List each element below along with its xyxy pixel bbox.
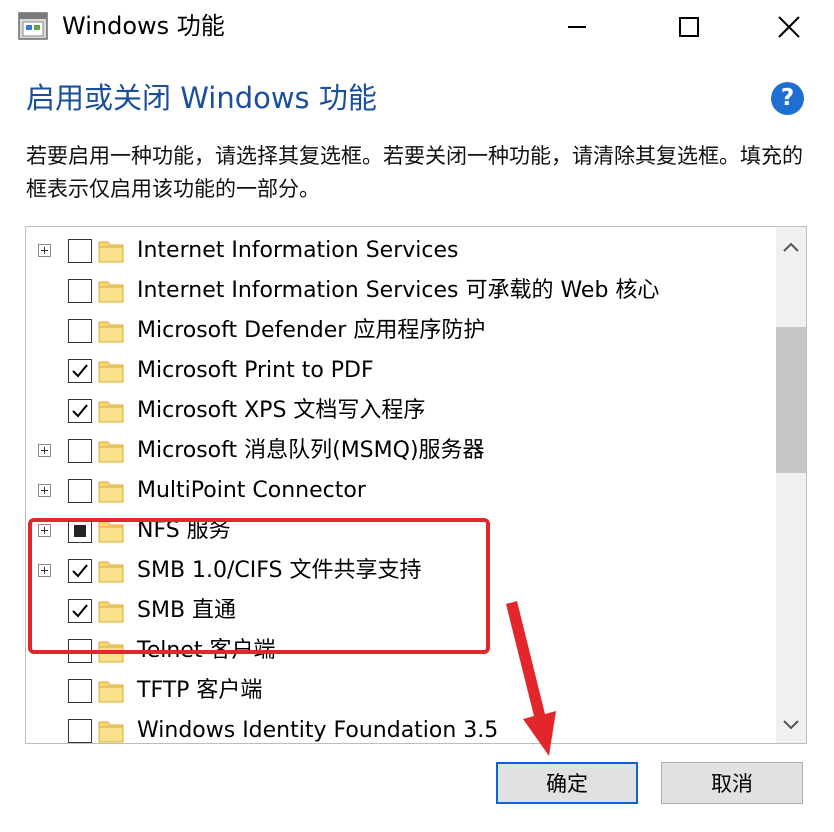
feature-row[interactable]: Microsoft Defender 应用程序防护 [26,311,776,351]
folder-icon [98,518,124,544]
folder-icon [98,638,124,664]
feature-checkbox[interactable] [68,599,92,623]
expand-plus-icon[interactable] [38,244,51,257]
feature-row[interactable]: Microsoft 消息队列(MSMQ)服务器 [26,431,776,471]
scroll-down-button[interactable] [776,709,806,739]
expand-plus-icon[interactable] [38,484,51,497]
feature-checkbox[interactable] [68,639,92,663]
window-title: Windows 功能 [62,12,225,40]
scroll-up-button[interactable] [776,231,806,261]
feature-label: Microsoft 消息队列(MSMQ)服务器 [137,438,485,463]
feature-checkbox[interactable] [68,399,92,423]
feature-checkbox[interactable] [68,359,92,383]
folder-icon [98,318,124,344]
feature-label: TFTP 客户端 [137,678,263,703]
feature-checkbox[interactable] [68,439,92,463]
scrollbar-thumb[interactable] [776,327,806,473]
folder-icon [98,238,124,264]
maximize-icon [679,17,699,37]
folder-icon [98,278,124,304]
app-icon [18,12,48,40]
feature-row[interactable]: MultiPoint Connector [26,471,776,511]
feature-checkbox[interactable] [68,279,92,303]
ok-button[interactable]: 确定 [496,762,638,804]
feature-label: Microsoft XPS 文档写入程序 [137,398,426,423]
feature-checkbox[interactable] [68,719,92,743]
chevron-up-icon [783,237,799,256]
feature-label: NFS 服务 [137,518,231,543]
title-bar: Windows 功能 [0,0,834,54]
folder-icon [98,558,124,584]
feature-checkbox[interactable] [68,239,92,263]
page-heading: 启用或关闭 Windows 功能 [26,81,377,115]
feature-label: SMB 直通 [137,598,237,623]
feature-label: Internet Information Services [137,238,459,263]
feature-checkbox[interactable] [68,679,92,703]
feature-row[interactable]: TFTP 客户端 [26,671,776,711]
expand-plus-icon[interactable] [38,564,51,577]
feature-row[interactable]: Microsoft Print to PDF [26,351,776,391]
feature-label: Microsoft Defender 应用程序防护 [137,318,486,343]
chevron-down-icon [783,715,799,734]
folder-icon [98,438,124,464]
feature-label: Internet Information Services 可承载的 Web 核… [137,278,660,303]
vertical-scrollbar[interactable] [776,227,806,743]
feature-checkbox[interactable] [68,559,92,583]
feature-row[interactable]: Windows Identity Foundation 3.5 [26,711,776,743]
feature-checkbox[interactable] [68,319,92,343]
expand-plus-icon[interactable] [38,524,51,537]
description-text: 若要启用一种功能，请选择其复选框。若要关闭一种功能，请清除其复选框。填充的框表示… [26,144,803,201]
minimize-button[interactable] [540,0,614,54]
feature-row[interactable]: Internet Information Services 可承载的 Web 核… [26,271,776,311]
feature-label: MultiPoint Connector [137,478,366,503]
feature-label: SMB 1.0/CIFS 文件共享支持 [137,558,422,583]
minimize-icon [568,25,586,29]
feature-label: Telnet 客户端 [137,638,276,663]
feature-row[interactable]: SMB 直通 [26,591,776,631]
folder-icon [98,718,124,743]
folder-icon [98,598,124,624]
feature-row[interactable]: Internet Information Services [26,231,776,271]
folder-icon [98,398,124,424]
feature-checkbox[interactable] [68,479,92,503]
folder-icon [98,358,124,384]
feature-tree[interactable]: Internet Information Services Internet In… [25,226,807,744]
maximize-button[interactable] [652,0,726,54]
feature-row[interactable]: SMB 1.0/CIFS 文件共享支持 [26,551,776,591]
feature-label: Microsoft Print to PDF [137,358,374,383]
expand-plus-icon[interactable] [38,444,51,457]
folder-icon [98,678,124,704]
feature-row[interactable]: Microsoft XPS 文档写入程序 [26,391,776,431]
feature-row[interactable]: Telnet 客户端 [26,631,776,671]
folder-icon [98,478,124,504]
feature-row[interactable]: NFS 服务 [26,511,776,551]
feature-checkbox[interactable] [68,519,92,543]
close-icon [778,16,800,38]
close-button[interactable] [752,0,826,54]
cancel-button[interactable]: 取消 [661,762,803,804]
help-icon[interactable]: ? [771,82,804,115]
feature-label: Windows Identity Foundation 3.5 [137,718,499,743]
